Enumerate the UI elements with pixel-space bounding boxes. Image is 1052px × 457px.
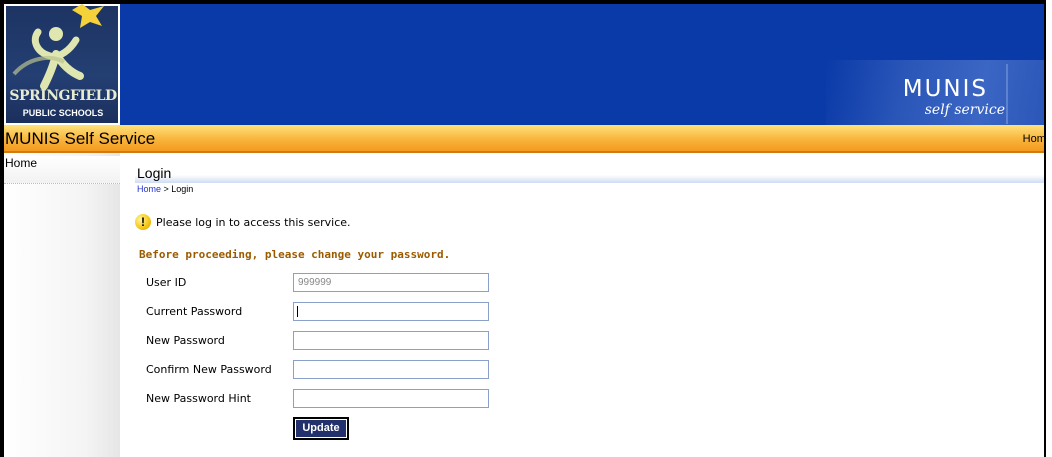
breadcrumb-separator: > xyxy=(161,184,172,194)
app-title: MUNIS Self Service xyxy=(5,129,156,148)
brand-subtitle: self service xyxy=(924,102,1005,118)
password-hint-field[interactable] xyxy=(293,389,489,408)
update-button-label: Update xyxy=(296,420,346,437)
new-password-label: New Password xyxy=(146,334,225,347)
springfield-logo-icon: SPRINGFIELD PUBLIC SCHOOLS xyxy=(4,4,120,125)
brand-title: MUNIS xyxy=(902,76,988,102)
change-password-instruction: Before proceeding, please change your pa… xyxy=(139,248,451,261)
notice-text: Please log in to access this service. xyxy=(156,215,351,229)
logo-figure-icon xyxy=(12,4,104,90)
user-id-field[interactable]: 999999 xyxy=(293,273,489,292)
password-hint-label: New Password Hint xyxy=(146,392,251,405)
update-button[interactable]: Update xyxy=(293,417,349,440)
header-banner: SPRINGFIELD PUBLIC SCHOOLS MUNIS self se… xyxy=(4,4,1044,125)
login-notice: ! Please log in to access this service. xyxy=(135,212,351,232)
new-password-field[interactable] xyxy=(293,331,489,350)
text-caret xyxy=(297,306,298,317)
breadcrumb-home-link[interactable]: Home xyxy=(137,184,161,194)
breadcrumb: Home > Login xyxy=(137,184,193,194)
confirm-password-label: Confirm New Password xyxy=(146,363,272,376)
top-home-link[interactable]: Home xyxy=(1023,133,1044,145)
page-title: Login xyxy=(135,165,1044,183)
brand-divider xyxy=(1006,64,1008,124)
current-password-label: Current Password xyxy=(146,305,243,318)
app-frame: SPRINGFIELD PUBLIC SCHOOLS MUNIS self se… xyxy=(0,0,1046,457)
title-bar: MUNIS Self Service Home xyxy=(4,125,1044,153)
user-id-label: User ID xyxy=(146,276,187,289)
confirm-password-field[interactable] xyxy=(293,360,489,379)
left-sidebar: Home xyxy=(4,153,120,457)
sidebar-item-home[interactable]: Home xyxy=(4,156,120,184)
current-password-field[interactable] xyxy=(293,302,489,321)
logo-subname: PUBLIC SCHOOLS xyxy=(22,108,104,118)
logo-name: SPRINGFIELD xyxy=(9,88,117,104)
warning-icon: ! xyxy=(135,214,151,230)
breadcrumb-current: Login xyxy=(171,184,194,194)
